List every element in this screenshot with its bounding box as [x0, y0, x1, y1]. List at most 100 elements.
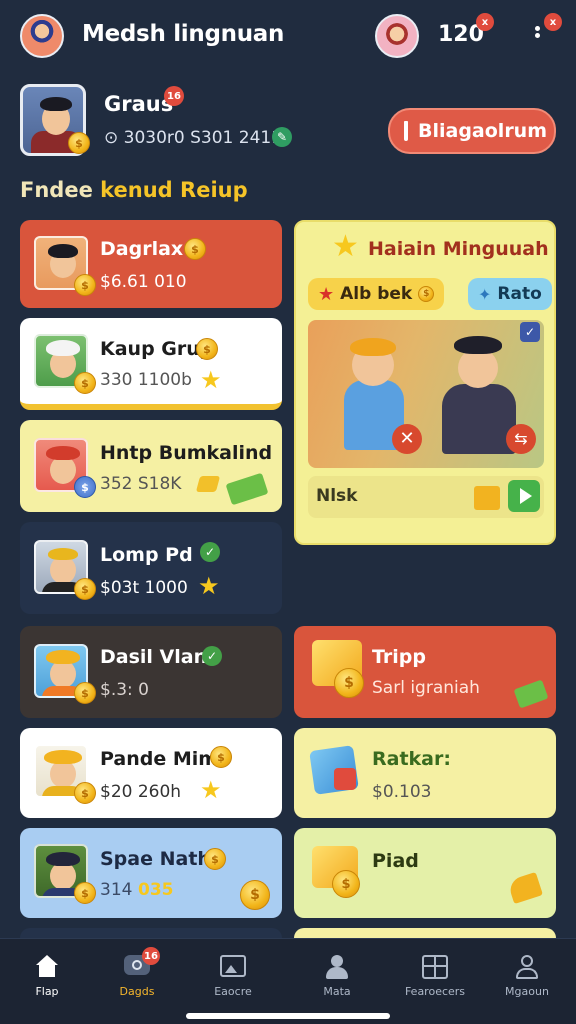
- star-icon: ★: [200, 366, 222, 394]
- ribbon-icon: [334, 768, 356, 790]
- home-indicator: [186, 1013, 390, 1019]
- group-name: Pande Mim: [100, 748, 219, 770]
- reward-card-ratkar[interactable]: Ratkar: $0.103: [294, 728, 556, 818]
- nav-label-home: Flap: [35, 985, 59, 998]
- group-card-dagrlax[interactable]: $ Dagrlax $ $6.61 010: [20, 220, 282, 308]
- group-card-spae-nath[interactable]: $ Spae Nath $ 314 035 $: [20, 828, 282, 918]
- group-name: Lomp Pd: [100, 544, 193, 566]
- play-button[interactable]: [508, 480, 540, 512]
- nav-features[interactable]: Fearoecers: [392, 955, 478, 998]
- menu-badge: x: [544, 13, 562, 31]
- coin-icon: $: [74, 578, 96, 600]
- feature-star-icon: ★: [332, 229, 359, 264]
- gold-box-icon: [474, 486, 500, 510]
- feature-title: Haiain Minguuah: [368, 238, 549, 260]
- grid-icon: [422, 955, 448, 979]
- character-right: [442, 384, 516, 454]
- image-icon: [220, 955, 246, 979]
- section-title-part1: Fndee: [20, 178, 93, 202]
- feature-pill-right-label: Rato: [497, 284, 542, 304]
- group-stats: 314: [100, 880, 133, 900]
- reward-name: Tripp: [372, 646, 426, 668]
- name-coin-icon: $: [204, 848, 226, 870]
- profile-name-badge: 16: [164, 86, 184, 106]
- name-coin-icon: $: [210, 746, 232, 768]
- verified-icon: ✓: [202, 646, 222, 666]
- group-stats: $.3: 0: [100, 680, 149, 700]
- nav-label-profile: Mgaoun: [505, 985, 549, 998]
- home-icon: [34, 955, 60, 979]
- cta-label: Bliagaolrum: [418, 120, 548, 142]
- chat-badge: 16: [142, 947, 160, 965]
- group-stats-secondary: 035: [138, 880, 174, 900]
- feature-pill-left-label: Alb bek: [340, 284, 413, 304]
- group-card-kaup-grup[interactable]: $ Kaup Grup $ 330 1100b ★: [20, 318, 282, 410]
- friend-avatar[interactable]: [375, 14, 419, 58]
- reward-sub: Sarl igraniah: [372, 678, 480, 698]
- reward-name: Piad: [372, 850, 419, 872]
- big-coin-icon: $: [334, 668, 364, 698]
- group-card-hntp[interactable]: $ Hntp Bumkalind 352 S18K: [20, 420, 282, 512]
- nav-home[interactable]: Flap: [4, 955, 90, 998]
- profile-coin-icon: $: [68, 132, 90, 154]
- check-icon: ✓: [520, 322, 540, 342]
- nav-profile[interactable]: Mgaoun: [484, 955, 570, 998]
- reward-name: Ratkar:: [372, 748, 451, 770]
- section-title-part2: kenud Reiup: [100, 178, 248, 202]
- nav-chat[interactable]: Dagds: [94, 955, 180, 998]
- reward-card-tripp[interactable]: $ Tripp Sarl igraniah: [294, 626, 556, 718]
- profile-icon: [514, 955, 540, 979]
- section-title: Fndee kenud Reiup: [20, 178, 248, 202]
- verified-icon: ✓: [200, 542, 220, 562]
- group-stats: $03t 1000: [100, 578, 188, 598]
- profile-name: Graus: [104, 92, 174, 116]
- nav-images[interactable]: Eaocre: [190, 955, 276, 998]
- group-card-pande-mim[interactable]: $ Pande Mim $ $20 260h ★: [20, 728, 282, 818]
- bottom-nav: Flap Dagds 16 Eaocre Mata Fearoecers Mga…: [0, 938, 576, 1024]
- swap-icon[interactable]: ⇆: [506, 424, 536, 454]
- star-icon: ★: [198, 572, 220, 600]
- shield-icon: [404, 121, 408, 141]
- sparkle-icon: ✦: [478, 284, 492, 304]
- feature-footer-text: Nlsk: [316, 486, 358, 506]
- cta-button[interactable]: Bliagaolrum: [388, 108, 556, 154]
- group-card-lomp[interactable]: $ Lomp Pd ✓ $03t 1000 ★: [20, 522, 282, 614]
- cash-icon: [225, 472, 269, 506]
- coin-icon: $: [74, 782, 96, 804]
- group-stats: $6.61 010: [100, 272, 187, 292]
- feature-pill-right[interactable]: ✦ Rato: [468, 278, 552, 310]
- coins-badge: x: [476, 13, 494, 31]
- coin-icon: $: [418, 286, 435, 302]
- group-card-dasil-vlan[interactable]: $ Dasil Vlan ✓ $.3: 0: [20, 626, 282, 718]
- cheese-icon: [507, 871, 543, 905]
- big-coin-icon: $: [240, 880, 270, 910]
- profile-stats: ⊙ 3030r0 S301 2411: [104, 128, 283, 148]
- coin-icon: $: [74, 682, 96, 704]
- more-menu-icon[interactable]: [532, 24, 542, 48]
- feature-pill-left[interactable]: ★ Alb bek $: [308, 278, 445, 310]
- coin-icon: $: [74, 476, 96, 498]
- nav-people[interactable]: Mata: [294, 955, 380, 998]
- group-name: Hntp Bumkalind: [100, 442, 273, 464]
- red-star-icon: ★: [318, 283, 335, 305]
- name-coin-icon: $: [184, 238, 206, 260]
- coin-icon: $: [74, 274, 96, 296]
- nav-label-images: Eaocre: [214, 985, 252, 998]
- group-name: Spae Nath: [100, 848, 211, 870]
- app-title: Medsh lingnuan: [82, 21, 285, 47]
- coin-icon: $: [74, 882, 96, 904]
- remove-icon[interactable]: ✕: [392, 424, 422, 454]
- feature-footer[interactable]: Nlsk: [308, 476, 544, 518]
- star-icon: ★: [200, 776, 222, 804]
- reward-sub: $0.103: [372, 782, 432, 802]
- person-icon: [324, 955, 350, 979]
- reward-card-piad[interactable]: $ Piad: [294, 828, 556, 918]
- user-avatar[interactable]: [20, 14, 64, 58]
- group-name: Dasil Vlan: [100, 646, 208, 668]
- edit-icon[interactable]: ✎: [272, 127, 292, 147]
- feature-illustration: ✕ ⇆ ✓: [308, 320, 544, 468]
- coin-icon: $: [74, 372, 96, 394]
- group-stats: $20 260h: [100, 782, 182, 802]
- feature-card[interactable]: ★ Haiain Minguuah ★ Alb bek $ ✦ Rato ✕ ⇆…: [294, 220, 556, 545]
- gold-bar-icon: [195, 476, 221, 492]
